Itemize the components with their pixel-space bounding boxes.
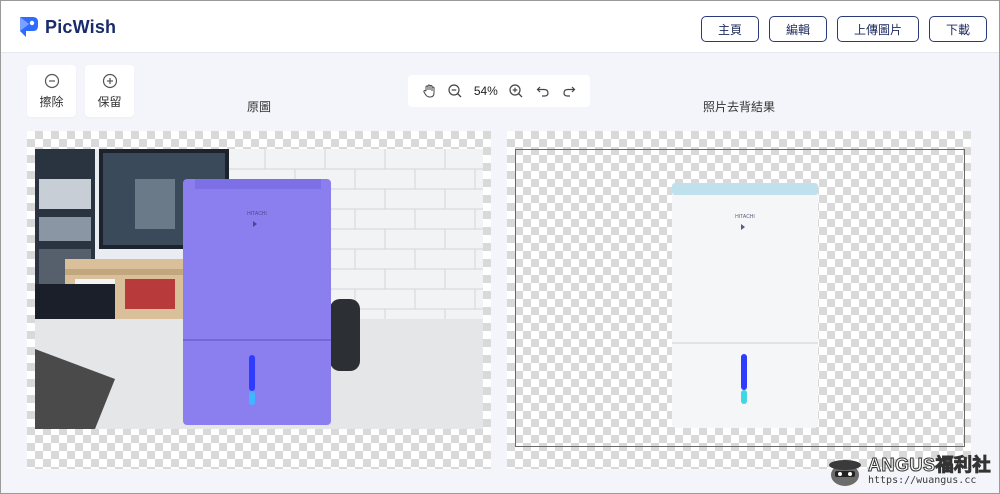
watermark-title: ANGUS福利社 — [867, 455, 991, 475]
dehumidifier-cutout: HITACHI — [672, 183, 818, 428]
download-button[interactable]: 下載 — [929, 16, 987, 42]
result-caption: 照片去背結果 — [703, 100, 776, 114]
app-logo[interactable]: PicWish — [17, 15, 116, 39]
home-button[interactable]: 主頁 — [701, 16, 759, 42]
zoom-toolbar: 54% — [408, 75, 590, 107]
zoom-out-icon[interactable] — [447, 83, 463, 99]
undo-icon[interactable] — [535, 83, 551, 99]
original-photo-illustration: HITACHI — [35, 149, 483, 429]
redo-icon[interactable] — [561, 83, 577, 99]
top-nav: 主頁 編輯 上傳圖片 下載 — [701, 16, 987, 42]
zoom-in-icon[interactable] — [508, 83, 524, 99]
result-frame: HITACHI — [515, 149, 965, 447]
edit-button[interactable]: 編輯 — [769, 16, 827, 42]
watermark-url: https://wuangus.cc — [867, 475, 977, 486]
result-image-panel: HITACHI — [507, 131, 971, 469]
watermark: ANGUS福利社 https://wuangus.cc — [826, 455, 991, 487]
plus-circle-icon — [102, 73, 117, 88]
keep-tool-button[interactable]: 保留 — [85, 65, 134, 117]
original-image-panel: HITACHI — [27, 131, 491, 469]
original-caption: 原圖 — [247, 100, 272, 114]
erase-tool-label: 擦除 — [39, 94, 64, 109]
device-brand-label: HITACHI — [247, 211, 267, 217]
original-photo: HITACHI — [35, 149, 483, 429]
hand-pan-icon[interactable] — [421, 83, 437, 99]
keep-tool-label: 保留 — [97, 94, 122, 109]
picwish-logo-icon — [20, 17, 38, 37]
device-brand-label-result: HITACHI — [735, 214, 755, 220]
minus-circle-icon — [44, 73, 59, 88]
mascot-icon — [828, 460, 861, 486]
erase-tool-button[interactable]: 擦除 — [27, 65, 76, 117]
upload-image-button[interactable]: 上傳圖片 — [837, 16, 919, 42]
dehumidifier-original: HITACHI — [183, 179, 331, 425]
result-cutout: HITACHI — [672, 183, 818, 428]
top-bar: PicWish 主頁 編輯 上傳圖片 下載 — [1, 1, 999, 53]
zoom-level: 54% — [473, 84, 498, 98]
app-name: PicWish — [45, 16, 117, 37]
